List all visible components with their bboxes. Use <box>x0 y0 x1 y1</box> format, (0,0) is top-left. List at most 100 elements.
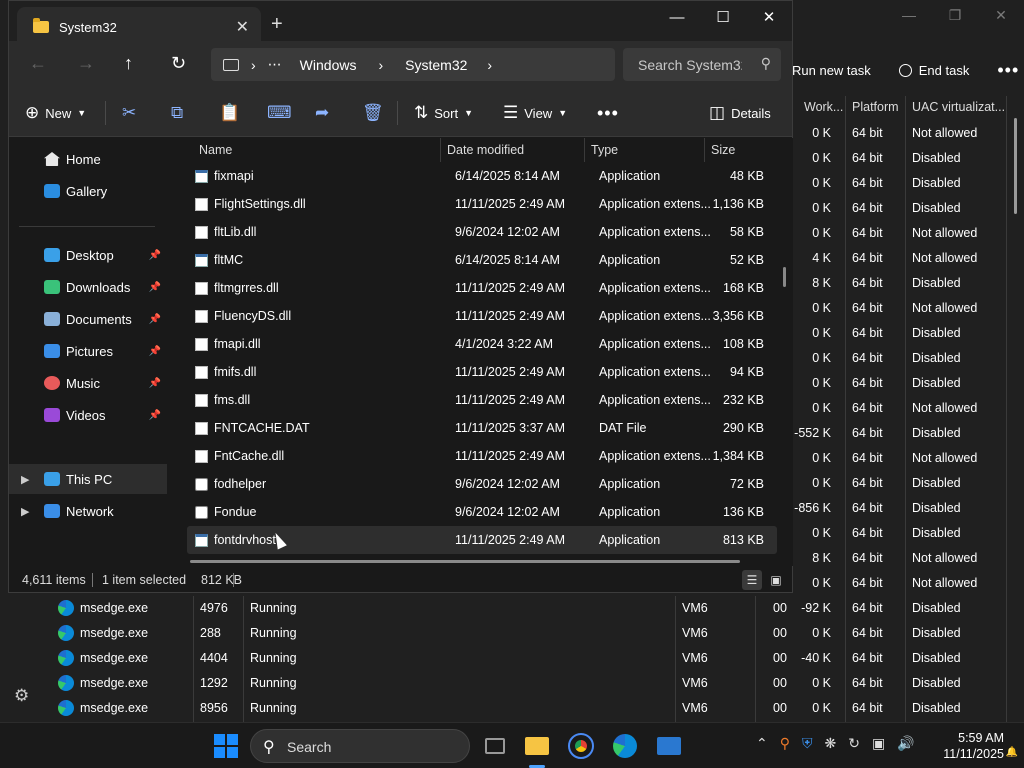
process-row[interactable]: msedge.exe 1292 Running VM6 00 <box>0 671 796 696</box>
details-row[interactable]: 8 K 64 bit Not allowed <box>796 546 1024 571</box>
file-row[interactable]: fodhelper 9/6/2024 12:02 AM Application 72 … <box>187 470 777 498</box>
file-row[interactable]: Fondue 9/6/2024 12:02 AM Application 136 KB <box>187 498 777 526</box>
details-row[interactable]: 0 K 64 bit Disabled <box>796 671 1024 696</box>
details-row[interactable]: -552 K 64 bit Disabled <box>794 421 1024 446</box>
details-row[interactable]: -92 K 64 bit Disabled <box>796 596 1024 621</box>
rename-button[interactable]: ⌨ <box>267 103 292 123</box>
details-row[interactable]: 0 K 64 bit Disabled <box>796 346 1024 371</box>
process-row[interactable]: msedge.exe 4976 Running VM6 00 <box>0 596 796 621</box>
details-row[interactable]: 0 K 64 bit Not allowed <box>796 121 1024 146</box>
remote-desktop-icon[interactable] <box>654 731 684 761</box>
settings-gear-icon[interactable]: ⚙ <box>14 686 29 706</box>
file-row[interactable]: FluencyDS.dll 11/11/2025 2:49 AM Applicati… <box>187 302 777 330</box>
details-row[interactable]: 0 K 64 bit Not allowed <box>796 396 1024 421</box>
sort-button[interactable]: ⇅ Sort ▼ <box>414 103 473 123</box>
column-divider[interactable] <box>440 138 441 162</box>
column-uac-virtualization[interactable]: UAC virtualizat... <box>912 100 1005 114</box>
nav-item-music[interactable]: Music 📌 <box>9 368 167 398</box>
search-icon[interactable]: ⚲ <box>761 55 771 72</box>
details-row[interactable]: 0 K 64 bit Disabled <box>796 146 1024 171</box>
share-button[interactable]: ➦ <box>315 103 329 123</box>
column-divider[interactable] <box>704 138 705 162</box>
details-row[interactable]: 0 K 64 bit Not allowed <box>796 571 1024 596</box>
nav-item-downloads[interactable]: Downloads 📌 <box>9 272 167 302</box>
paste-button[interactable]: 📋 <box>219 103 240 123</box>
nav-item-desktop[interactable]: Desktop 📌 <box>9 240 167 270</box>
breadcrumb-windows[interactable]: Windows <box>300 57 357 73</box>
details-row[interactable]: 0 K 64 bit Disabled <box>796 196 1024 221</box>
taskbar-search[interactable]: ⚲ Search <box>250 729 470 763</box>
nav-item-network[interactable]: ▶ Network <box>9 496 167 526</box>
chevron-right-icon[interactable]: › <box>251 57 256 73</box>
file-row[interactable]: fixmapi 6/14/2025 8:14 AM Application 48 KB <box>187 162 777 190</box>
details-row[interactable]: -40 K 64 bit Disabled <box>796 646 1024 671</box>
column-working-set[interactable]: Work... <box>804 100 843 114</box>
breadcrumb[interactable]: › ⋯ Windows › System32 › <box>211 48 615 81</box>
pin-icon[interactable]: 📌 <box>149 378 161 389</box>
nav-item-home[interactable]: Home <box>9 144 167 174</box>
close-icon[interactable]: ✕ <box>978 0 1024 30</box>
details-row[interactable]: 4 K 64 bit Not allowed <box>796 246 1024 271</box>
gpu-icon[interactable]: ❋ <box>825 735 837 752</box>
details-row[interactable]: 8 K 64 bit Disabled <box>796 271 1024 296</box>
refresh-icon[interactable]: ↻ <box>171 53 186 74</box>
chevron-right-icon[interactable]: ▶ <box>21 473 29 486</box>
details-row[interactable]: 0 K 64 bit Disabled <box>796 471 1024 496</box>
details-row[interactable]: 0 K 64 bit Disabled <box>796 521 1024 546</box>
file-row[interactable]: fmifs.dll 11/11/2025 2:49 AM Application e… <box>187 358 777 386</box>
new-button[interactable]: ⊕ New ▼ <box>25 103 86 123</box>
process-row[interactable]: msedge.exe 8956 Running VM6 00 <box>0 696 796 721</box>
large-icons-view-icon[interactable]: ▣ <box>766 570 786 590</box>
details-row[interactable]: 0 K 64 bit Disabled <box>796 696 1024 721</box>
security-shield-icon[interactable]: ⛨ <box>802 735 813 752</box>
column-name[interactable]: Name <box>199 143 232 157</box>
details-row[interactable]: 0 K 64 bit Not allowed <box>796 296 1024 321</box>
nav-item-gallery[interactable]: Gallery <box>9 176 167 206</box>
nav-item-pictures[interactable]: Pictures 📌 <box>9 336 167 366</box>
close-icon[interactable]: ✕ <box>746 1 792 33</box>
column-date-modified[interactable]: Date modified <box>447 143 524 157</box>
process-row[interactable]: msedge.exe 288 Running VM6 00 <box>0 621 796 646</box>
column-divider[interactable] <box>584 138 585 162</box>
close-tab-icon[interactable]: ✕ <box>236 17 249 37</box>
details-view-icon[interactable]: ☰ <box>742 570 762 590</box>
chevron-right-icon[interactable]: › <box>487 57 492 73</box>
file-row[interactable]: FNTCACHE.DAT 11/11/2025 3:37 AM DAT File 29… <box>187 414 777 442</box>
column-platform[interactable]: Platform <box>852 100 899 114</box>
file-row[interactable]: fltLib.dll 9/6/2024 12:02 AM Application e… <box>187 218 777 246</box>
file-row[interactable]: FlightSettings.dll 11/11/2025 2:49 AM Appl… <box>187 190 777 218</box>
forward-arrow-icon[interactable]: → <box>77 53 95 74</box>
minimize-icon[interactable]: — <box>886 0 932 30</box>
maximize-icon[interactable]: ❐ <box>932 0 978 30</box>
chevron-up-icon[interactable]: ⌃ <box>756 735 768 752</box>
pin-icon[interactable]: 📌 <box>149 250 161 261</box>
copy-button[interactable]: ⧉ <box>171 103 183 123</box>
view-button[interactable]: ☰ View ▼ <box>503 103 567 123</box>
file-row[interactable]: FntCache.dll 11/11/2025 2:49 AM Applicatio… <box>187 442 777 470</box>
details-row[interactable]: 0 K 64 bit Disabled <box>796 621 1024 646</box>
minimize-icon[interactable]: — <box>654 1 700 33</box>
maximize-icon[interactable]: ☐ <box>700 1 746 33</box>
details-row[interactable]: 0 K 64 bit Disabled <box>796 171 1024 196</box>
chrome-icon[interactable] <box>566 731 596 761</box>
nav-item-videos[interactable]: Videos 📌 <box>9 400 167 430</box>
pin-icon[interactable]: 📌 <box>149 282 161 293</box>
windows-start-icon[interactable] <box>214 734 238 758</box>
file-explorer-icon[interactable] <box>522 731 552 761</box>
edge-icon[interactable] <box>610 731 640 761</box>
details-row[interactable]: 0 K 64 bit Not allowed <box>796 446 1024 471</box>
see-more-icon[interactable]: ••• <box>597 103 619 124</box>
run-new-task-button[interactable]: Run new task <box>792 63 871 78</box>
network-speaker-icon[interactable]: 🔊 <box>897 735 914 752</box>
file-row[interactable]: fltMC 6/14/2025 8:14 AM Application 52 KB <box>187 246 777 274</box>
pin-icon[interactable]: 📌 <box>149 346 161 357</box>
horizontal-scrollbar[interactable] <box>190 560 740 563</box>
up-arrow-icon[interactable]: ↑ <box>124 53 133 74</box>
chevron-right-icon[interactable]: › <box>378 57 383 73</box>
pin-icon[interactable]: 📌 <box>149 314 161 325</box>
vertical-scrollbar[interactable] <box>783 267 786 287</box>
back-arrow-icon[interactable]: ← <box>29 53 47 74</box>
display-icon[interactable]: ▣ <box>872 735 885 752</box>
process-row[interactable]: msedge.exe 4404 Running VM6 00 <box>0 646 796 671</box>
column-type[interactable]: Type <box>591 143 618 157</box>
